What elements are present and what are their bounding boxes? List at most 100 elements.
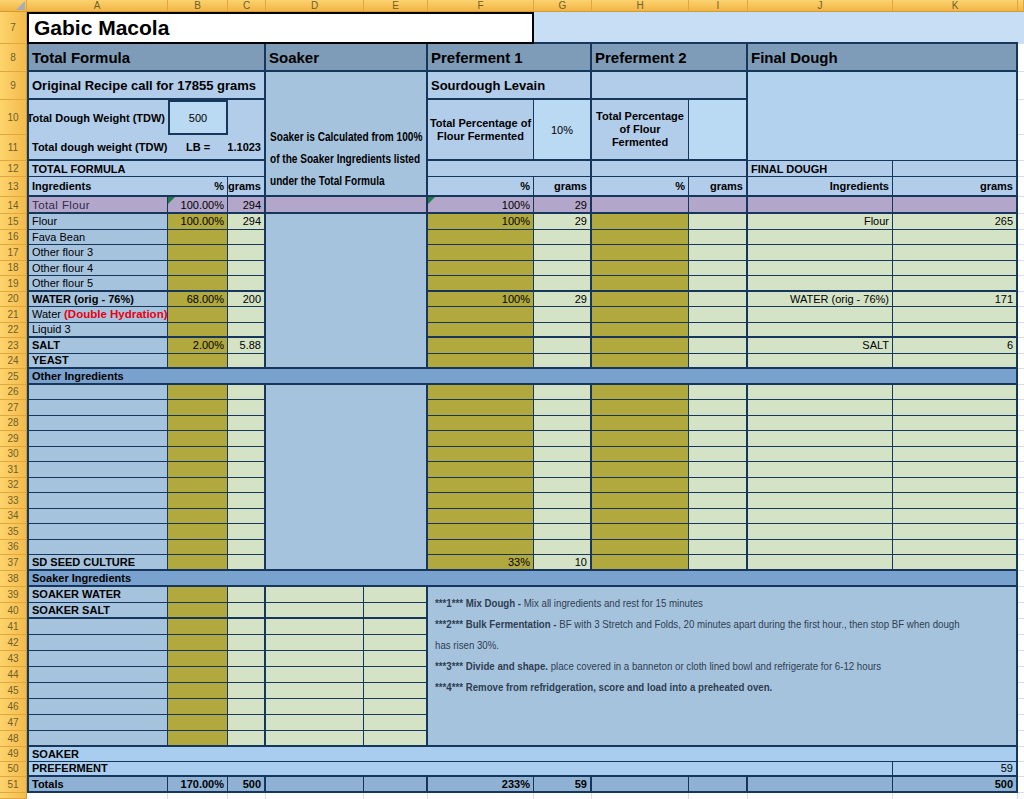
cell-F-r14[interactable]: 100%: [428, 197, 534, 214]
cell-J-r19[interactable]: [748, 276, 893, 292]
col-header-E[interactable]: E: [364, 0, 428, 12]
cell-G-r19[interactable]: [534, 276, 592, 292]
cell-C-r51[interactable]: 500: [228, 777, 266, 793]
cell-G-r24[interactable]: [534, 354, 592, 370]
row-header-12[interactable]: 12: [0, 161, 27, 177]
row-header-15[interactable]: 15: [0, 214, 27, 230]
cell-I-r19[interactable]: [689, 276, 748, 292]
cell-F-r36[interactable]: [428, 540, 534, 556]
cell-H-r19[interactable]: [592, 276, 689, 292]
cell-G-r35[interactable]: [534, 524, 592, 540]
row-header-16[interactable]: 16: [0, 230, 27, 246]
cell-J-r22[interactable]: [748, 323, 893, 339]
cell-B-r28[interactable]: [168, 416, 228, 432]
cell-A-r18[interactable]: Other flour 4: [27, 261, 168, 277]
cell-A-r46[interactable]: [27, 699, 168, 715]
cell-A-r22[interactable]: Liquid 3: [27, 323, 168, 339]
cell-C-r20[interactable]: 200: [228, 292, 266, 308]
cell-C-r47[interactable]: [228, 715, 266, 731]
cell-G-r23[interactable]: [534, 338, 592, 354]
cell-H-r29[interactable]: [592, 431, 689, 447]
cell-C-r22[interactable]: [228, 323, 266, 339]
cell-A-r47[interactable]: [27, 715, 168, 731]
cell-J-r14[interactable]: [748, 197, 893, 214]
cell-H-r17[interactable]: [592, 245, 689, 261]
cell-F-r18[interactable]: [428, 261, 534, 277]
row-header-26[interactable]: 26: [0, 385, 27, 401]
cell-A-r27[interactable]: [27, 400, 168, 416]
cell-T-r28[interactable]: [1018, 416, 1024, 432]
cell-T-r11[interactable]: [1018, 135, 1024, 161]
cell-B-r20[interactable]: 68.00%: [168, 292, 228, 308]
cell-I-r26[interactable]: [689, 385, 748, 401]
row-header-8[interactable]: 8: [0, 44, 27, 72]
cell-below-grid-B[interactable]: [168, 793, 228, 799]
cell-G-r31[interactable]: [534, 462, 592, 478]
cell-D-E-r28[interactable]: [266, 416, 428, 432]
cell-J-r13[interactable]: Ingredients: [748, 177, 893, 197]
cell-B-r16[interactable]: [168, 230, 228, 246]
row-header-19[interactable]: 19: [0, 276, 27, 292]
cell-K-r13[interactable]: grams: [893, 177, 1018, 197]
cell-C-r27[interactable]: [228, 400, 266, 416]
cell-A-r19[interactable]: Other flour 5: [27, 276, 168, 292]
row-header-41[interactable]: 41: [0, 619, 27, 635]
col-header-G[interactable]: G: [534, 0, 592, 12]
row-header-42[interactable]: 42: [0, 635, 27, 651]
cell-K-r23[interactable]: 6: [893, 338, 1018, 354]
cell-T-r29[interactable]: [1018, 431, 1024, 447]
cell-C-r41[interactable]: [228, 619, 266, 635]
cell-D-r45[interactable]: [266, 683, 364, 699]
cell-below-grid-A[interactable]: [27, 793, 168, 799]
cell-B-r13[interactable]: %: [168, 177, 228, 197]
cell-A-F-r7[interactable]: Gabic Macola: [27, 12, 534, 44]
cell-A-r41[interactable]: [27, 619, 168, 635]
cell-T-r50[interactable]: [1018, 762, 1024, 778]
row-header-32[interactable]: 32: [0, 478, 27, 494]
cell-J-r28[interactable]: [748, 416, 893, 432]
cell-G-r14[interactable]: 29: [534, 197, 592, 214]
cell-T-r48[interactable]: [1018, 731, 1024, 747]
cell-A-r14[interactable]: Total Flour: [27, 197, 168, 214]
cell-A-r11[interactable]: Total dough weight (TDW): [27, 135, 168, 161]
row-header-29[interactable]: 29: [0, 431, 27, 447]
cell-A-r24[interactable]: YEAST: [27, 354, 168, 370]
cell-G-r13[interactable]: grams: [534, 177, 592, 197]
cell-D-E-r34[interactable]: [266, 509, 428, 525]
col-header-H[interactable]: H: [592, 0, 689, 12]
cell-D-r46[interactable]: [266, 699, 364, 715]
cell-K-r35[interactable]: [893, 524, 1018, 540]
cell-K-r12[interactable]: [893, 161, 1018, 177]
cell-A-r21[interactable]: Water (Double Hydration): [27, 307, 168, 323]
cell-B-r43[interactable]: [168, 651, 228, 667]
cell-F-r33[interactable]: [428, 493, 534, 509]
cell-D-r51[interactable]: [266, 777, 364, 793]
cell-H-r16[interactable]: [592, 230, 689, 246]
cell-B-r47[interactable]: [168, 715, 228, 731]
cell-E-r47[interactable]: [364, 715, 428, 731]
cell-K-r50[interactable]: 59: [893, 762, 1018, 778]
row-header-9[interactable]: 9: [0, 72, 27, 100]
cell-C-r35[interactable]: [228, 524, 266, 540]
cell-D-E-r18[interactable]: [266, 261, 428, 277]
cell-B-r37[interactable]: [168, 555, 228, 571]
cell-F-G-r9[interactable]: Sourdough Levain: [428, 72, 592, 100]
cell-H-r51[interactable]: [592, 777, 689, 793]
cell-J-r33[interactable]: [748, 493, 893, 509]
row-header-50[interactable]: 50: [0, 762, 27, 778]
row-header-18[interactable]: 18: [0, 261, 27, 277]
cell-A-r43[interactable]: [27, 651, 168, 667]
cell-J-r26[interactable]: [748, 385, 893, 401]
cell-F-r34[interactable]: [428, 509, 534, 525]
cell-K-r21[interactable]: [893, 307, 1018, 323]
cell-I-r20[interactable]: [689, 292, 748, 308]
cell-T-r18[interactable]: [1018, 261, 1024, 277]
cell-J-r16[interactable]: [748, 230, 893, 246]
cell-D-E-r31[interactable]: [266, 462, 428, 478]
cell-T-r47[interactable]: [1018, 715, 1024, 731]
cell-A-r31[interactable]: [27, 462, 168, 478]
cell-I-r15[interactable]: [689, 214, 748, 230]
cell-G-r28[interactable]: [534, 416, 592, 432]
row-header-39[interactable]: 39: [0, 587, 27, 603]
cell-J-r32[interactable]: [748, 478, 893, 494]
